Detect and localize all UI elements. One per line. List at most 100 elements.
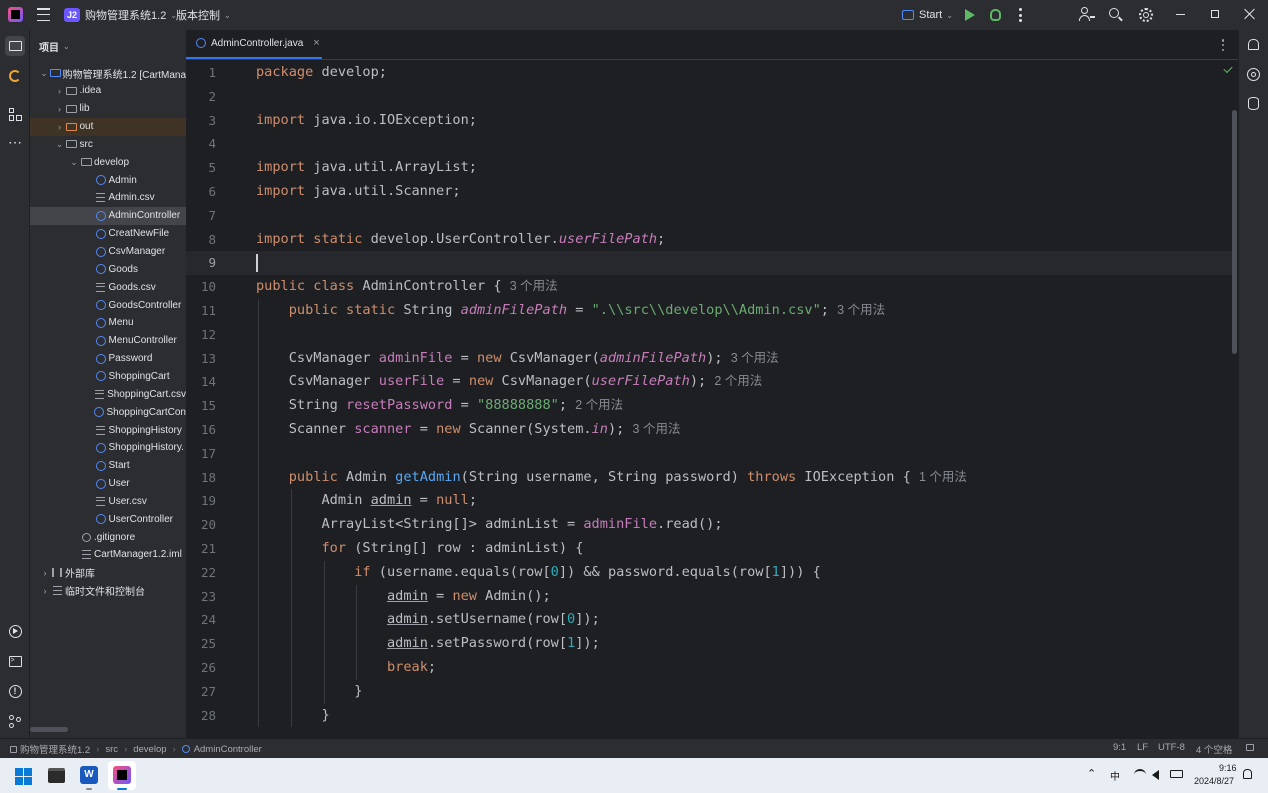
tree-item[interactable]: .gitignore: [30, 528, 186, 546]
project-panel-header[interactable]: 项目 ⌄: [30, 30, 186, 62]
structure-icon[interactable]: [5, 104, 25, 124]
file-explorer-icon[interactable]: [48, 768, 65, 783]
windows-start-icon[interactable]: [15, 768, 32, 785]
chevron-right-icon[interactable]: ›: [39, 586, 51, 596]
read-only-lock-icon[interactable]: [1246, 744, 1254, 751]
intellij-taskbar-button[interactable]: [108, 761, 136, 790]
tree-item[interactable]: Start: [30, 457, 186, 475]
git-icon[interactable]: [5, 711, 25, 731]
chevron-right-icon[interactable]: ›: [39, 568, 51, 578]
services-icon[interactable]: [5, 621, 25, 641]
tree-item[interactable]: User.csv: [30, 492, 186, 510]
chevron-right-icon[interactable]: ›: [54, 86, 66, 96]
vertical-scrollbar[interactable]: [1232, 110, 1237, 354]
tree-item[interactable]: ShoppingCart: [30, 367, 186, 385]
usage-hint[interactable]: 3 个用法: [837, 303, 885, 317]
database-icon[interactable]: [1248, 97, 1259, 110]
breadcrumb-item[interactable]: AdminController: [194, 744, 262, 755]
module-icon: [10, 745, 17, 753]
no-problems-check-icon[interactable]: [1223, 63, 1233, 74]
vcs-menu[interactable]: 版本控制 ⌄: [176, 6, 231, 24]
minimize-icon[interactable]: [1176, 14, 1185, 15]
tree-item[interactable]: UserController: [30, 510, 186, 528]
tree-item[interactable]: Goods: [30, 260, 186, 278]
tree-item[interactable]: CreatNewFile: [30, 225, 186, 243]
editor-more-icon[interactable]: [1221, 39, 1225, 51]
input-method-indicator[interactable]: 中: [1110, 768, 1120, 783]
chevron-right-icon[interactable]: ›: [54, 104, 66, 114]
terminal-icon[interactable]: >: [5, 651, 25, 671]
tree-item[interactable]: CsvManager: [30, 243, 186, 261]
tree-item[interactable]: › .idea: [30, 82, 186, 100]
tree-item[interactable]: ShoppingHistory: [30, 421, 186, 439]
tray-overflow-icon[interactable]: ⌃: [1087, 767, 1096, 780]
horizontal-scrollbar[interactable]: [30, 727, 68, 732]
notification-bell-icon[interactable]: [1243, 769, 1252, 779]
tree-item[interactable]: › out: [30, 117, 186, 136]
ai-assistant-icon[interactable]: [1247, 68, 1260, 81]
settings-gear-icon[interactable]: [1139, 8, 1153, 22]
wifi-icon[interactable]: [1134, 769, 1146, 777]
project-folder-icon[interactable]: [5, 36, 25, 56]
add-user-icon[interactable]: [1079, 7, 1095, 22]
tree-item[interactable]: User: [30, 475, 186, 493]
clock-date[interactable]: 2024/8/27: [1194, 776, 1234, 786]
tree-item[interactable]: Admin: [30, 171, 186, 189]
tree-item[interactable]: MenuController: [30, 332, 186, 350]
tree-item[interactable]: CartManager1.2.iml: [30, 546, 186, 564]
intellij-logo-icon[interactable]: [8, 7, 23, 22]
indent-setting[interactable]: 4 个空格: [1196, 742, 1232, 756]
tree-item[interactable]: ShoppingCartCon: [30, 403, 186, 421]
breadcrumb-item[interactable]: develop: [133, 744, 166, 755]
tree-item[interactable]: Goods.csv: [30, 278, 186, 296]
file-encoding[interactable]: UTF-8: [1158, 742, 1185, 753]
tree-item[interactable]: › lib: [30, 100, 186, 118]
chevron-down-icon[interactable]: ⌄: [54, 139, 66, 150]
problems-icon[interactable]: !: [5, 681, 25, 701]
chevron-right-icon[interactable]: ›: [54, 122, 66, 132]
run-icon[interactable]: [965, 9, 975, 21]
line-separator[interactable]: LF: [1137, 742, 1148, 753]
caret-position[interactable]: 9:1: [1113, 742, 1126, 753]
tree-item[interactable]: Password: [30, 350, 186, 368]
main-menu-icon[interactable]: [36, 8, 50, 21]
breadcrumb-item[interactable]: src: [105, 744, 118, 755]
tree-item[interactable]: › 外部库: [30, 564, 186, 582]
project-switcher[interactable]: J2 购物管理系统1.2 ⌄: [64, 6, 177, 24]
usage-hint[interactable]: 1 个用法: [919, 470, 967, 484]
restore-icon[interactable]: [1211, 10, 1219, 18]
tree-item[interactable]: ⌄ develop: [30, 153, 186, 171]
more-tools-icon[interactable]: ⋯: [5, 132, 25, 152]
close-window-icon[interactable]: [1244, 8, 1256, 20]
clock-time[interactable]: 9:16: [1219, 763, 1237, 773]
usage-hint[interactable]: 3 个用法: [633, 422, 681, 436]
tree-item[interactable]: Menu: [30, 314, 186, 332]
breadcrumb-item[interactable]: 购物管理系统1.2: [20, 742, 90, 756]
tree-item[interactable]: Admin.csv: [30, 189, 186, 207]
tab-admincontroller[interactable]: AdminController.java ×: [186, 29, 322, 59]
debug-icon[interactable]: [990, 9, 1001, 21]
tree-item[interactable]: › 临时文件和控制台: [30, 582, 186, 600]
tree-item[interactable]: AdminController: [30, 206, 186, 225]
tree-item[interactable]: ShoppingHistory.: [30, 439, 186, 457]
more-actions-icon[interactable]: [1018, 8, 1022, 22]
battery-icon[interactable]: [1170, 770, 1183, 778]
word-app-icon[interactable]: W: [80, 766, 98, 784]
close-tab-icon[interactable]: ×: [313, 37, 319, 49]
usage-hint[interactable]: 2 个用法: [575, 398, 623, 412]
volume-icon[interactable]: [1152, 770, 1159, 780]
notifications-bell-icon[interactable]: [1248, 39, 1259, 50]
code-line: import java.util.ArrayList;: [256, 156, 477, 180]
tree-item[interactable]: GoodsController: [30, 296, 186, 314]
tree-item[interactable]: ⌄ 购物管理系统1.2 [CartMana: [30, 64, 186, 82]
learn-icon[interactable]: [5, 66, 25, 86]
tree-item[interactable]: ShoppingCart.csv: [30, 385, 186, 403]
usage-hint[interactable]: 3 个用法: [731, 351, 779, 365]
usage-hint[interactable]: 3 个用法: [510, 279, 558, 293]
chevron-down-icon[interactable]: ⌄: [68, 157, 80, 168]
search-icon[interactable]: [1109, 8, 1123, 22]
usage-hint[interactable]: 2 个用法: [714, 374, 762, 388]
run-config-selector[interactable]: Start ⌄: [902, 6, 953, 24]
tree-item[interactable]: ⌄ src: [30, 135, 186, 153]
chevron-down-icon[interactable]: ⌄: [38, 68, 49, 79]
